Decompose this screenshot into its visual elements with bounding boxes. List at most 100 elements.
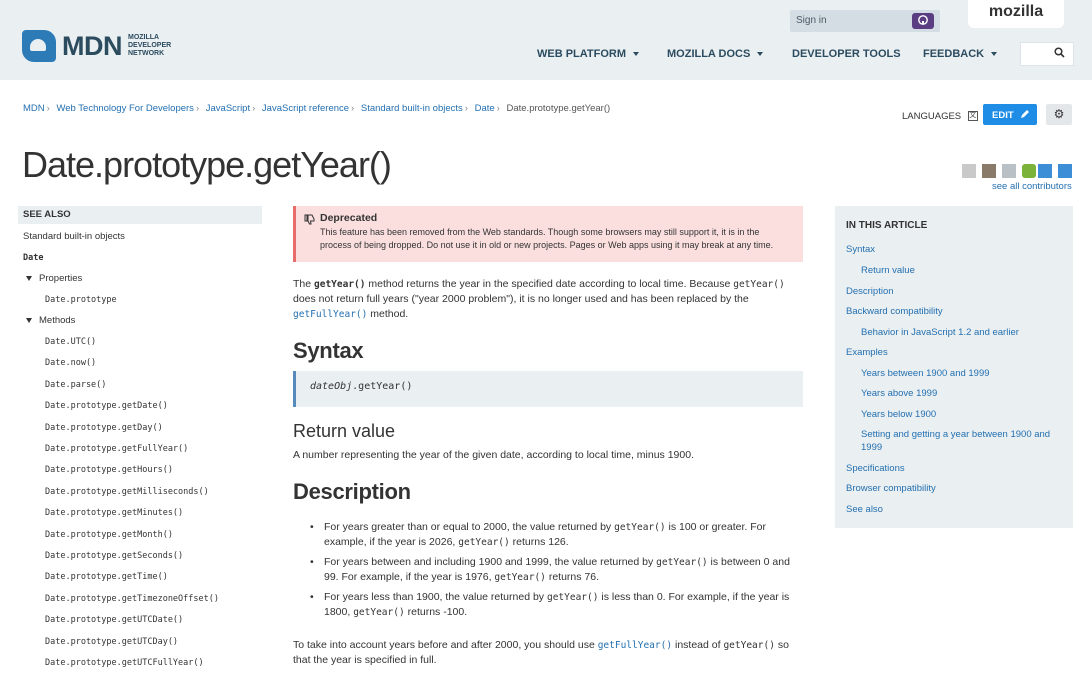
toc-link[interactable]: Description bbox=[846, 285, 894, 298]
pencil-icon bbox=[1021, 110, 1030, 118]
toc-link[interactable]: Behavior in JavaScript 1.2 and earlier bbox=[861, 326, 1019, 339]
mdn-logo[interactable]: MDN Mozilla Developer Network bbox=[22, 30, 184, 62]
avatar[interactable] bbox=[982, 164, 996, 178]
toc-link[interactable]: Browser compatibility bbox=[846, 482, 936, 495]
nav-mozilla-docs[interactable]: MOZILLA DOCS bbox=[667, 48, 764, 60]
signin-button[interactable]: Sign in bbox=[790, 10, 940, 32]
sidebar: SEE ALSO bbox=[18, 206, 262, 224]
breadcrumb-current: Date.prototype.getYear() bbox=[506, 103, 611, 114]
closing-paragraph: To take into account years before and af… bbox=[293, 639, 789, 666]
page-title: Date.prototype.getYear() bbox=[22, 144, 392, 185]
inline-code: getYear() bbox=[733, 279, 785, 290]
avatar[interactable] bbox=[1038, 164, 1052, 178]
sidebar-toggle-methods[interactable]: Methods bbox=[26, 315, 75, 326]
mdn-dino-icon bbox=[22, 30, 56, 62]
sidebar-label: Methods bbox=[39, 315, 76, 326]
sidebar-item-method[interactable]: Date.prototype.getMonth() bbox=[45, 530, 173, 540]
avatar[interactable] bbox=[1002, 164, 1016, 178]
nav-label: DEVELOPER TOOLS bbox=[792, 48, 901, 60]
sidebar-item-method[interactable]: Date.parse() bbox=[45, 380, 106, 390]
intro-paragraph: The getYear() method returns the year in… bbox=[293, 278, 785, 320]
sidebar-item-date[interactable]: Date bbox=[23, 253, 43, 263]
thumbs-down-icon bbox=[304, 214, 315, 228]
toc-link[interactable]: Setting and getting a year between 1900 … bbox=[861, 428, 1050, 441]
toc-link[interactable]: Examples bbox=[846, 346, 888, 359]
sidebar-item-std-objects[interactable]: Standard built-in objects bbox=[23, 231, 125, 242]
sidebar-item-method[interactable]: Date.prototype.getDate() bbox=[45, 401, 168, 411]
avatar[interactable] bbox=[962, 164, 976, 178]
chevron-down-icon bbox=[991, 52, 998, 57]
sidebar-item-method[interactable]: Date.prototype.getFullYear() bbox=[45, 444, 188, 454]
sidebar-item-method[interactable]: Date.prototype.getUTCFullYear() bbox=[45, 658, 204, 668]
triangle-down-icon bbox=[26, 317, 32, 323]
deprecated-text: This feature has been removed from the W… bbox=[320, 227, 774, 250]
toc-link[interactable]: Years below 1900 bbox=[861, 408, 936, 421]
search-icon[interactable] bbox=[1054, 47, 1065, 61]
languages-menu[interactable]: LANGUAGES 文 bbox=[902, 111, 978, 122]
toc-link[interactable]: Specifications bbox=[846, 462, 905, 475]
sidebar-item-prototype[interactable]: Date.prototype bbox=[45, 295, 117, 305]
sidebar-item-method[interactable]: Date.prototype.getTime() bbox=[45, 572, 168, 582]
inline-code: getYear() bbox=[723, 640, 775, 651]
sidebar-item-method[interactable]: Date.prototype.getMilliseconds() bbox=[45, 487, 209, 497]
toc-link[interactable]: Years between 1900 and 1999 bbox=[861, 367, 990, 380]
nav-label: MOZILLA DOCS bbox=[667, 48, 751, 60]
sidebar-item-method[interactable]: Date.prototype.getUTCDate() bbox=[45, 615, 183, 625]
triangle-down-icon bbox=[26, 275, 32, 281]
inline-code: getYear() bbox=[314, 279, 366, 290]
getfullyear-link[interactable]: getFullYear() bbox=[293, 309, 367, 320]
edit-button[interactable]: EDIT bbox=[983, 104, 1037, 125]
mozilla-tab[interactable]: mozilla bbox=[968, 0, 1064, 28]
chevron-down-icon bbox=[757, 52, 764, 57]
nav-label: WEB PLATFORM bbox=[537, 48, 627, 60]
contributor-avatars bbox=[962, 164, 1074, 178]
syntax-call: .getYear() bbox=[352, 381, 413, 392]
signin-label: Sign in bbox=[796, 15, 827, 26]
sidebar-toggle-properties[interactable]: Properties bbox=[26, 273, 82, 284]
breadcrumb-link[interactable]: JavaScript bbox=[206, 103, 250, 114]
sidebar-item-method[interactable]: Date.prototype.getSeconds() bbox=[45, 551, 183, 561]
list-item: For years between and including 1900 and… bbox=[310, 555, 806, 585]
avatar[interactable] bbox=[1058, 164, 1072, 178]
search-input[interactable] bbox=[1020, 42, 1074, 66]
toc-link[interactable]: Syntax bbox=[846, 243, 875, 256]
translate-icon: 文 bbox=[967, 111, 978, 122]
sidebar-label: Properties bbox=[39, 273, 83, 284]
breadcrumb-link[interactable]: Web Technology For Developers bbox=[56, 103, 193, 114]
sidebar-item-method[interactable]: Date.prototype.getMinutes() bbox=[45, 508, 183, 518]
toc-link[interactable]: 1999 bbox=[861, 441, 882, 454]
sidebar-item-method[interactable]: Date.prototype.getHours() bbox=[45, 465, 173, 475]
github-icon[interactable] bbox=[912, 13, 934, 29]
sidebar-item-method[interactable]: Date.now() bbox=[45, 358, 96, 368]
syntax-object: dateObj bbox=[310, 381, 353, 392]
toc-link[interactable]: Return value bbox=[861, 264, 915, 277]
toc-link[interactable]: Backward compatibility bbox=[846, 305, 943, 318]
nav-web-platform[interactable]: WEB PLATFORM bbox=[537, 48, 640, 60]
see-contributors-link[interactable]: see all contributors bbox=[992, 181, 1072, 192]
languages-label: LANGUAGES bbox=[902, 111, 962, 122]
mozilla-label: mozilla bbox=[988, 3, 1044, 20]
breadcrumb-link[interactable]: Standard built-in objects bbox=[361, 103, 463, 114]
deprecated-notice: Deprecated This feature has been removed… bbox=[293, 206, 803, 262]
breadcrumb-link[interactable]: JavaScript reference bbox=[262, 103, 349, 114]
toc-link[interactable]: See also bbox=[846, 503, 883, 516]
list-item: For years greater than or equal to 2000,… bbox=[310, 520, 806, 550]
logo-text: MDN bbox=[62, 30, 123, 61]
nav-feedback[interactable]: FEEDBACK bbox=[923, 48, 998, 60]
deprecated-title: Deprecated bbox=[320, 212, 378, 224]
sidebar-item-method[interactable]: Date.UTC() bbox=[45, 337, 96, 347]
sidebar-item-method[interactable]: Date.prototype.getUTCDay() bbox=[45, 637, 178, 647]
edit-label: EDIT bbox=[992, 110, 1014, 121]
getfullyear-link[interactable]: getFullYear() bbox=[598, 640, 672, 651]
sidebar-item-method[interactable]: Date.prototype.getTimezoneOffset() bbox=[45, 594, 219, 604]
gear-icon[interactable]: ⚙ bbox=[1046, 104, 1072, 125]
nav-developer-tools[interactable]: DEVELOPER TOOLS bbox=[792, 48, 901, 60]
toc-link[interactable]: Years above 1999 bbox=[861, 387, 937, 400]
return-value-text: A number representing the year of the gi… bbox=[293, 449, 694, 461]
description-heading: Description bbox=[293, 479, 411, 504]
syntax-code-block: dateObj.getYear() bbox=[293, 371, 803, 407]
breadcrumb-link[interactable]: Date bbox=[475, 103, 495, 114]
breadcrumb-link[interactable]: MDN bbox=[23, 103, 45, 114]
avatar[interactable] bbox=[1022, 164, 1036, 178]
sidebar-item-method[interactable]: Date.prototype.getDay() bbox=[45, 423, 163, 433]
